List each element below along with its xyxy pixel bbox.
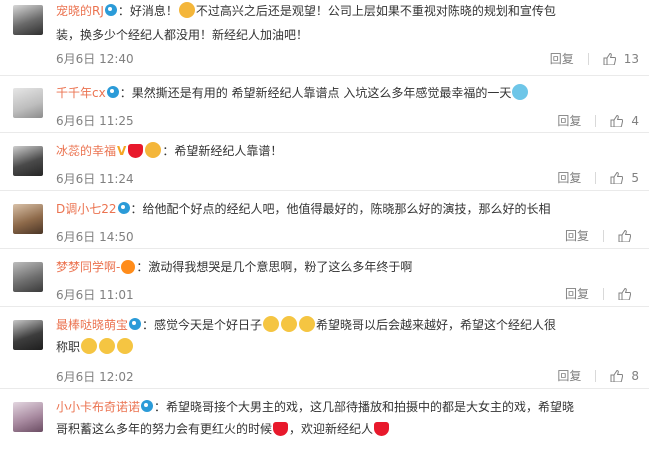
avatar[interactable]	[13, 262, 43, 292]
comment-username[interactable]: 冰蕊的幸福	[56, 144, 116, 158]
comment-text: ：希望晓哥接个大男主的戏，这几部待播放和拍摄中的都是大女主的戏，希望晓	[154, 400, 575, 414]
comment-date: 6月6日 12:02	[56, 370, 134, 384]
like-icon[interactable]	[610, 171, 624, 184]
comment-item: 千千年cx ：果然撕还是有用的 希望新经纪人靠谱点 入坑这么多年感觉最幸福的一天 …	[0, 76, 649, 133]
comment-text-line2: 装，换多少个经纪人都没用！新经纪人加油吧！	[56, 28, 309, 42]
comment-text: ：感觉今天是个好日子	[142, 318, 263, 332]
comment-item: 最棒哒晓萌宝 ：感觉今天是个好日子 希望晓哥以后会越来越好，希望这个经纪人很 称职 …	[0, 307, 649, 389]
heart-emoji-icon	[273, 422, 289, 436]
comment-item: 梦梦同学啊- ：激动得我想哭是几个意思啊，粉了这么多年终于啊 6月6日 11:01…	[0, 249, 649, 307]
comment-username[interactable]: D调小七22	[56, 202, 117, 216]
like-count: 8	[631, 368, 639, 383]
comment-text-cont: ，欢迎新经纪人	[289, 422, 374, 436]
divider	[603, 287, 604, 300]
comment-text-cont: 不过高兴之后还是观望！公司上层如果不重视对陈晓的规划和宣传包	[195, 4, 556, 18]
reply-button[interactable]: 回复	[550, 50, 574, 67]
comment-date: 6月6日 14:50	[56, 230, 134, 244]
comment-date: 6月6日 12:40	[56, 52, 134, 66]
emoji-icon	[117, 338, 134, 354]
like-icon[interactable]	[618, 229, 631, 242]
reply-button[interactable]: 回复	[557, 367, 581, 384]
emoji-icon	[263, 316, 280, 332]
comment-date: 6月6日 11:24	[56, 172, 134, 186]
comment-text-cont: 希望晓哥以后会越来越好，希望这个经纪人很	[316, 318, 557, 332]
divider	[603, 229, 604, 242]
verified-v-icon: V	[117, 144, 127, 158]
emoji-icon	[99, 338, 116, 354]
comment-item: 宠晓的RJ ：好消息！ 不过高兴之后还是观望！公司上层如果不重视对陈晓的规划和宣传包…	[0, 0, 649, 76]
comment-text-line2: 哥积蓄这么多年的努力会有更红火的时候	[56, 422, 273, 436]
comment-date: 6月6日 11:25	[56, 114, 134, 128]
divider	[587, 52, 589, 65]
emoji-icon	[128, 144, 144, 158]
comment-username[interactable]: 宠晓的RJ	[56, 4, 104, 18]
heart-emoji-icon	[374, 422, 390, 436]
avatar[interactable]	[13, 88, 43, 118]
like-count: 5	[631, 170, 639, 185]
divider	[595, 114, 597, 127]
comment-text: ：好消息！	[117, 4, 178, 18]
member-badge-icon	[129, 318, 142, 330]
badge-icon	[121, 260, 136, 274]
comment-username[interactable]: 小小卡布奇诺诺	[56, 400, 140, 414]
emoji-icon	[512, 84, 529, 100]
member-badge-icon	[106, 86, 119, 98]
emoji-icon	[178, 2, 195, 18]
comment-username[interactable]: 千千年cx	[56, 86, 106, 100]
member-badge-icon	[104, 4, 117, 16]
comment-username[interactable]: 梦梦同学啊-	[56, 260, 120, 274]
divider	[595, 369, 597, 382]
avatar[interactable]	[13, 146, 43, 176]
comment-text: ：果然撕还是有用的 希望新经纪人靠谱点 入坑这么多年感觉最幸福的一天	[119, 86, 512, 100]
emoji-icon	[299, 316, 316, 332]
reply-button[interactable]: 回复	[557, 112, 581, 129]
member-badge-icon	[141, 400, 154, 412]
comment-text: ：给他配个好点的经纪人吧，他值得最好的，陈晓那么好的演技，那么好的长相	[130, 202, 551, 216]
reply-button[interactable]: 回复	[565, 285, 589, 302]
reply-button[interactable]: 回复	[557, 169, 581, 186]
comment-username[interactable]: 最棒哒晓萌宝	[56, 318, 128, 332]
avatar[interactable]	[13, 204, 43, 234]
comment-date: 6月6日 11:01	[56, 288, 134, 302]
comment-text: ：希望新经纪人靠谱！	[162, 144, 283, 158]
reply-button[interactable]: 回复	[565, 227, 589, 244]
like-icon[interactable]	[610, 369, 624, 382]
member-badge-icon	[117, 202, 130, 214]
avatar[interactable]	[13, 320, 43, 350]
avatar[interactable]	[13, 5, 43, 35]
emoji-icon	[281, 316, 298, 332]
emoji-icon	[145, 142, 162, 158]
like-icon[interactable]	[603, 52, 616, 65]
like-count: 13	[623, 51, 639, 66]
comment-item: 冰蕊的幸福V ：希望新经纪人靠谱！ 6月6日 11:24 回复 5	[0, 133, 649, 191]
comment-item: 小小卡布奇诺诺 ：希望晓哥接个大男主的戏，这几部待播放和拍摄中的都是大女主的戏，希…	[0, 389, 649, 449]
divider	[595, 171, 597, 184]
comment-text-line2: 称职	[56, 340, 81, 354]
like-icon[interactable]	[618, 287, 631, 300]
like-count: 4	[631, 113, 639, 128]
like-icon[interactable]	[610, 114, 624, 127]
emoji-icon	[81, 338, 98, 354]
comment-item: D调小七22 ：给他配个好点的经纪人吧，他值得最好的，陈晓那么好的演技，那么好的长…	[0, 191, 649, 249]
avatar[interactable]	[13, 402, 43, 432]
comment-text: ：激动得我想哭是几个意思啊，粉了这么多年终于啊	[136, 260, 413, 274]
